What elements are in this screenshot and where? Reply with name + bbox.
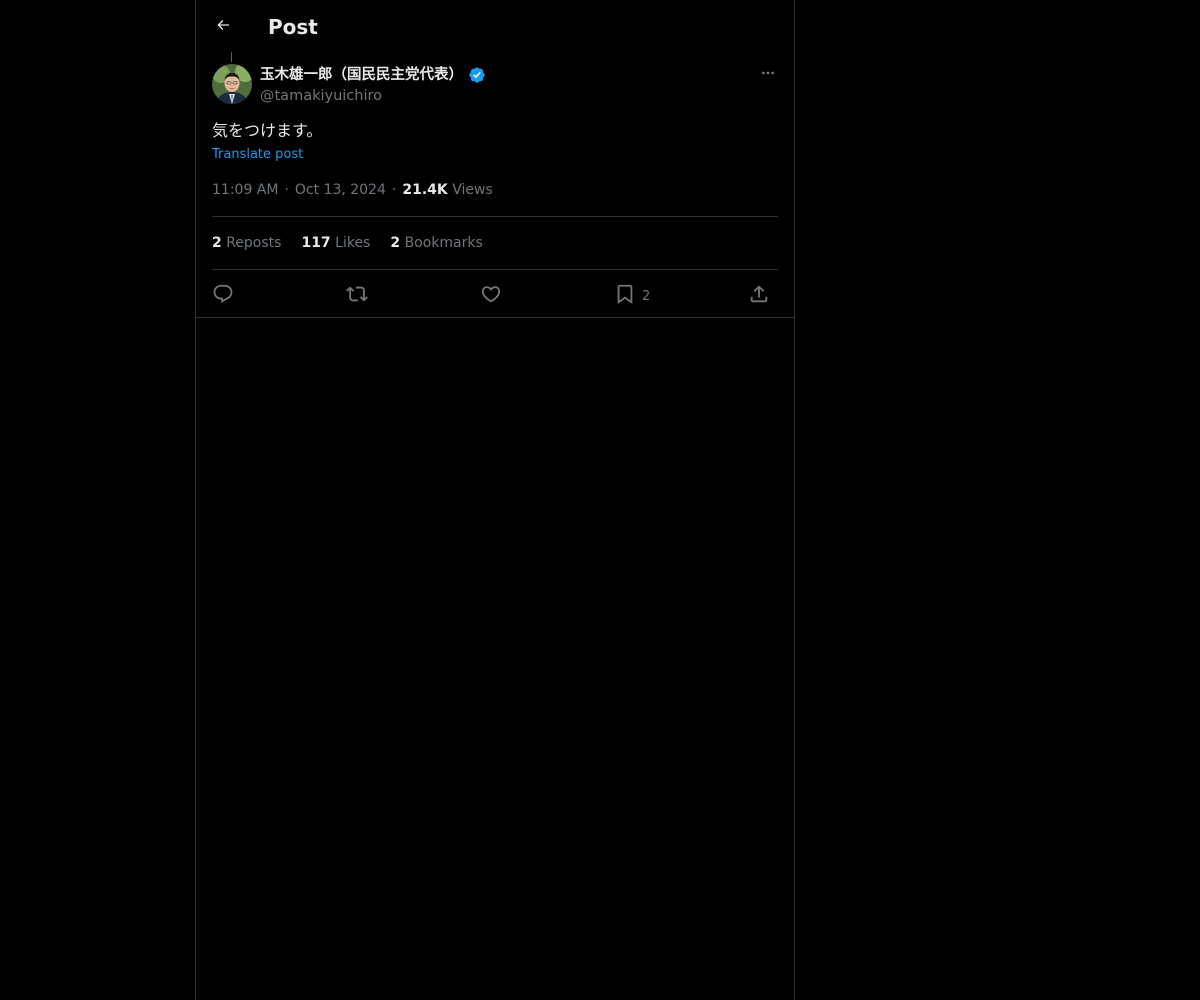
bookmarks-label: Bookmarks	[404, 235, 483, 251]
post-meta: 11:09 AM · Oct 13, 2024 · 21.4K Views	[212, 180, 493, 200]
bookmark-icon	[614, 283, 636, 305]
bookmark-count: 2	[642, 288, 651, 304]
divider	[212, 216, 778, 217]
post-header: Post	[196, 0, 794, 53]
author-name: 玉木雄一郎（国民民主党代表）	[260, 67, 463, 83]
engagement-stats: 2 Reposts 117 Likes 2 Bookmarks	[212, 233, 483, 253]
post-time[interactable]: 11:09 AM	[212, 182, 278, 198]
translate-post-link[interactable]: Translate post	[212, 145, 303, 165]
share-icon	[748, 283, 770, 305]
reposts-label: Reposts	[226, 235, 282, 251]
author-avatar[interactable]	[212, 64, 252, 104]
post-actions: 2	[212, 282, 778, 306]
meta-separator: ·	[391, 182, 397, 198]
likes-stat-link[interactable]: 117 Likes	[301, 233, 370, 253]
reply-icon	[212, 283, 234, 305]
bookmarks-count: 2	[390, 235, 401, 251]
repost-button[interactable]	[346, 282, 368, 306]
likes-label: Likes	[335, 235, 371, 251]
arrow-left-icon	[215, 17, 231, 37]
likes-count: 117	[301, 235, 331, 251]
heart-icon	[480, 283, 502, 305]
post-detail-column: Post 玉木雄一郎（国民民主党代表） @tamakiyuichiro 気をつけ…	[195, 0, 795, 1000]
reposts-stat-link[interactable]: 2 Reposts	[212, 233, 281, 253]
post-date[interactable]: Oct 13, 2024	[295, 182, 386, 198]
thread-connector-line	[231, 52, 232, 62]
divider	[212, 269, 778, 270]
views-label: Views	[452, 182, 493, 198]
share-button[interactable]	[748, 282, 770, 306]
post-text: 気をつけます。	[212, 121, 323, 140]
meta-separator: ·	[284, 182, 289, 198]
reposts-count: 2	[212, 235, 222, 251]
author-name-link[interactable]: 玉木雄一郎（国民民主党代表）	[260, 64, 486, 86]
bookmarks-stat-link[interactable]: 2 Bookmarks	[390, 233, 482, 253]
repost-icon	[346, 283, 368, 305]
back-button[interactable]	[210, 14, 236, 40]
post-bottom-border	[196, 317, 794, 318]
reply-button[interactable]	[212, 282, 234, 306]
views-count: 21.4K	[402, 182, 448, 198]
more-options-button[interactable]	[756, 64, 780, 86]
like-button[interactable]	[480, 282, 502, 306]
author-handle[interactable]: @tamakiyuichiro	[260, 86, 382, 106]
bookmark-button[interactable]: 2	[614, 282, 650, 306]
more-dots-icon	[760, 65, 776, 85]
page-title: Post	[268, 15, 318, 39]
verified-badge-icon	[468, 66, 486, 84]
